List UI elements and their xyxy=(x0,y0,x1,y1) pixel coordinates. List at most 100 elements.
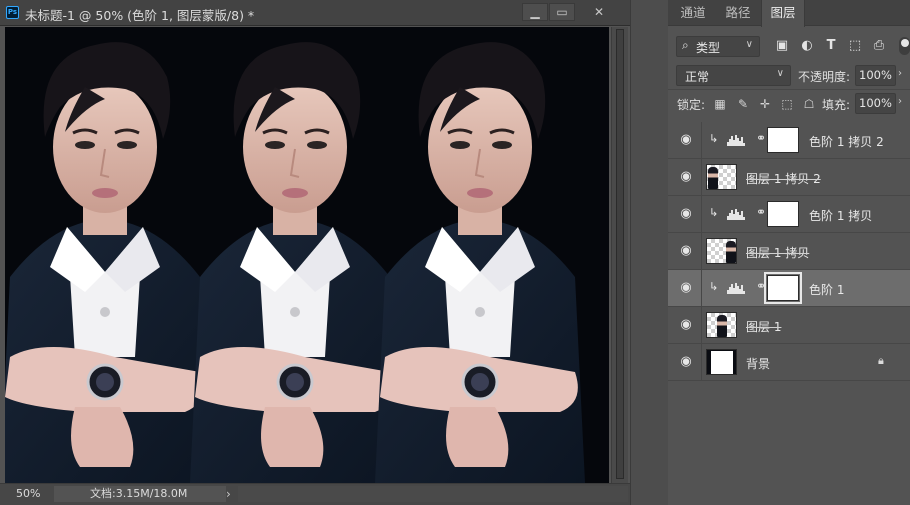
figure-thumbnail xyxy=(717,315,727,337)
vertical-scroll-thumb[interactable] xyxy=(616,29,624,479)
type-filter-icon[interactable]: T xyxy=(823,38,839,54)
divider xyxy=(668,89,910,90)
levels-adjustment-icon xyxy=(727,283,745,294)
minimize-button[interactable]: ▁ xyxy=(522,3,548,21)
visibility-eye-icon[interactable]: ◉ xyxy=(677,132,695,148)
layer-row[interactable]: ◉ 图层 1 拷贝 2 xyxy=(668,159,910,196)
blend-mode-value: 正常 xyxy=(685,70,710,84)
layer-name[interactable]: 图层 1 拷贝 2 xyxy=(746,170,821,187)
opacity-label: 不透明度: xyxy=(798,70,851,84)
chevron-down-icon: ∨ xyxy=(745,39,753,50)
filter-kind-label: 类型 xyxy=(696,41,721,55)
chevron-down-icon: ∨ xyxy=(776,68,784,79)
photoshop-app-icon: Ps xyxy=(6,6,19,19)
clipping-mask-icon: ↳ xyxy=(709,132,719,145)
layer-row[interactable]: ◉ ↳ ⚭ 色阶 1 拷贝 xyxy=(668,196,910,233)
shape-filter-icon[interactable]: ⬚ xyxy=(847,38,863,54)
filter-toggle[interactable] xyxy=(899,37,910,55)
canvas-image xyxy=(5,27,609,483)
fill-dropdown-icon[interactable]: › xyxy=(898,96,902,107)
document-title: 未标题-1 @ 50% (色阶 1, 图层蒙版/8) * xyxy=(25,8,255,23)
filter-kind-select[interactable]: ⌕ 类型 ∨ xyxy=(676,36,760,57)
visibility-eye-icon[interactable]: ◉ xyxy=(677,169,695,185)
filter-toggle-knob xyxy=(901,39,909,47)
layer-name[interactable]: 色阶 1 拷贝 xyxy=(809,207,872,224)
maximize-button[interactable]: ▭ xyxy=(549,3,575,21)
zoom-level[interactable]: 50% xyxy=(5,486,51,502)
tab-channels[interactable]: 通道 xyxy=(673,0,713,26)
layer-thumbnail[interactable] xyxy=(706,349,737,375)
visibility-eye-icon[interactable]: ◉ xyxy=(677,280,695,296)
layer-thumbnail[interactable] xyxy=(706,164,737,190)
vertical-scrollbar[interactable] xyxy=(611,27,628,483)
status-menu-arrow-icon[interactable]: › xyxy=(226,486,231,502)
image-filter-icon[interactable]: ▣ xyxy=(774,38,790,54)
layer-filter-row: ⌕ 类型 ∨ ▣ ◐ T ⬚ ⎙ xyxy=(668,34,910,58)
adjustment-filter-icon[interactable]: ◐ xyxy=(799,38,815,54)
visibility-eye-icon[interactable]: ◉ xyxy=(677,354,695,370)
mask-link-icon[interactable]: ⚭ xyxy=(756,131,766,145)
opacity-dropdown-icon[interactable]: › xyxy=(898,68,902,79)
divider xyxy=(701,159,702,196)
lock-image-pixels-icon[interactable]: ✎ xyxy=(735,96,751,112)
mask-link-icon[interactable]: ⚭ xyxy=(756,279,766,293)
layer-mask-thumbnail[interactable] xyxy=(764,272,802,304)
layer-row[interactable]: ◉ 背景 🔒︎ xyxy=(668,344,910,381)
lock-label: 锁定: xyxy=(677,98,706,112)
background-fill xyxy=(711,351,733,374)
clipping-mask-icon: ↳ xyxy=(709,280,719,293)
layer-name[interactable]: 色阶 1 xyxy=(809,281,844,298)
lock-all-icon[interactable]: ☖ xyxy=(801,96,817,112)
visibility-eye-icon[interactable]: ◉ xyxy=(677,206,695,222)
lock-icon: 🔒︎ xyxy=(878,354,884,367)
levels-adjustment-icon xyxy=(727,135,745,146)
blend-mode-select[interactable]: 正常 ∨ xyxy=(676,65,791,86)
blend-row: 正常 ∨ 不透明度: 100% › xyxy=(668,64,910,88)
document-size: 文档:3.15M/18.0M xyxy=(54,486,226,502)
lock-row: 锁定: ▦ ✎ ✛ ⬚ ☖ 填充: 100% › xyxy=(668,92,910,116)
horizontal-scrollbar[interactable] xyxy=(238,486,628,502)
layer-row-selected[interactable]: ◉ ↳ ⚭ 色阶 1 xyxy=(668,270,910,307)
layer-thumbnail[interactable] xyxy=(706,312,737,338)
document-window: Ps 未标题-1 @ 50% (色阶 1, 图层蒙版/8) * ▁ ▭ ✕ 50… xyxy=(0,0,630,505)
layer-name[interactable]: 图层 1 拷贝 xyxy=(746,244,809,261)
tab-layers[interactable]: 图层 xyxy=(761,0,805,27)
layer-mask-thumbnail[interactable] xyxy=(767,127,799,153)
layer-row[interactable]: ◉ ↳ ⚭ 色阶 1 拷贝 2 xyxy=(668,122,910,159)
divider xyxy=(701,122,702,159)
opacity-input[interactable]: 100% xyxy=(855,65,896,86)
divider xyxy=(701,233,702,270)
layer-name[interactable]: 色阶 1 拷贝 2 xyxy=(809,133,884,150)
search-icon: ⌕ xyxy=(682,38,689,52)
layer-thumbnail[interactable] xyxy=(706,238,737,264)
figure-thumbnail xyxy=(726,241,736,263)
visibility-eye-icon[interactable]: ◉ xyxy=(677,317,695,333)
lock-position-icon[interactable]: ✛ xyxy=(757,96,773,112)
close-button[interactable]: ✕ xyxy=(576,3,622,21)
levels-adjustment-icon xyxy=(727,209,745,220)
divider xyxy=(701,344,702,381)
document-titlebar[interactable]: Ps 未标题-1 @ 50% (色阶 1, 图层蒙版/8) * ▁ ▭ ✕ xyxy=(0,0,630,26)
figure-thumbnail xyxy=(708,167,718,189)
mask-link-icon[interactable]: ⚭ xyxy=(756,205,766,219)
layer-row[interactable]: ◉ 图层 1 拷贝 xyxy=(668,233,910,270)
divider xyxy=(701,307,702,344)
layer-name[interactable]: 图层 1 xyxy=(746,318,781,335)
lock-artboard-icon[interactable]: ⬚ xyxy=(779,96,795,112)
lock-transparent-pixels-icon[interactable]: ▦ xyxy=(712,96,728,112)
smart-object-filter-icon[interactable]: ⎙ xyxy=(871,38,887,54)
tab-paths[interactable]: 路径 xyxy=(717,0,759,26)
panel-dock-gutter xyxy=(630,0,668,505)
fill-label: 填充: xyxy=(822,98,851,112)
status-bar: 50% 文档:3.15M/18.0M › xyxy=(0,483,630,505)
layer-mask-thumbnail[interactable] xyxy=(767,201,799,227)
divider xyxy=(701,270,702,307)
document-canvas[interactable] xyxy=(5,27,609,483)
divider xyxy=(701,196,702,233)
layer-name[interactable]: 背景 xyxy=(746,355,770,372)
clipping-mask-icon: ↳ xyxy=(709,206,719,219)
layer-row[interactable]: ◉ 图层 1 xyxy=(668,307,910,344)
fill-input[interactable]: 100% xyxy=(855,93,896,114)
photoshop-workspace: Ps 未标题-1 @ 50% (色阶 1, 图层蒙版/8) * ▁ ▭ ✕ 50… xyxy=(0,0,910,505)
visibility-eye-icon[interactable]: ◉ xyxy=(677,243,695,259)
